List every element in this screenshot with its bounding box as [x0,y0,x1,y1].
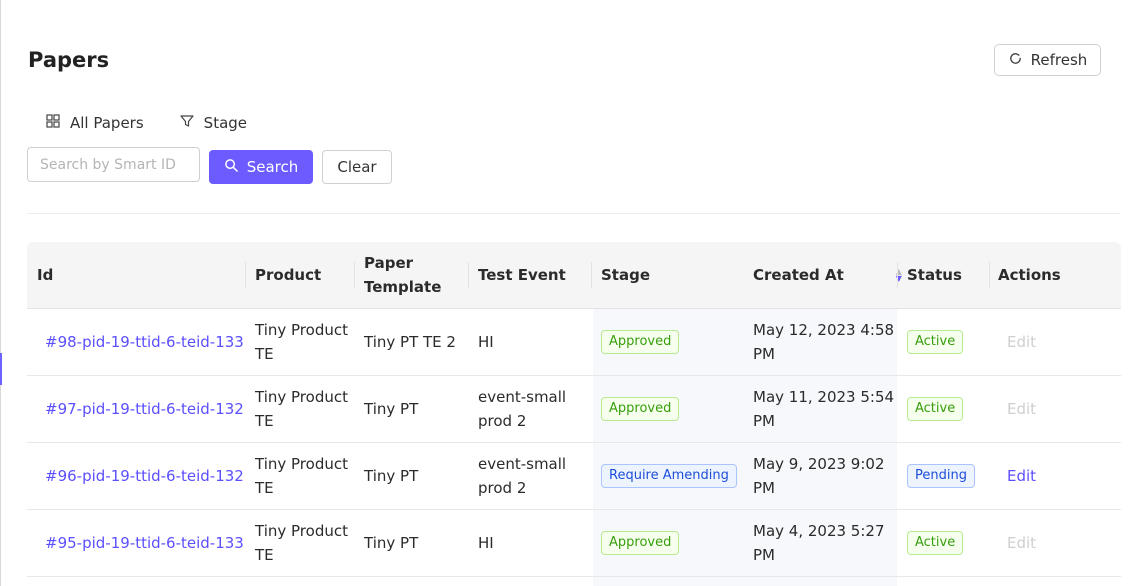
col-header-created-at-label: Created At [753,266,844,284]
created-at-line1: May 11, 2023 5:54 [753,388,895,406]
page-title: Papers [28,48,110,72]
status-badge: Active [907,397,964,421]
product-line1: Tiny Product [255,522,348,540]
col-header-created-at[interactable]: Created At ▲ ▼ [753,242,902,308]
col-header-test-event[interactable]: Test Event [478,242,566,308]
paper-id-link[interactable]: #97-pid-19-ttid-6-teid-132 [45,397,244,421]
stage-badge: Approved [601,397,680,421]
paper-id-link[interactable]: #96-pid-19-ttid-6-teid-132 [45,464,244,488]
left-frame-border [0,0,1,586]
col-header-product[interactable]: Product [255,242,321,308]
stage-badge: Approved [601,330,680,354]
search-icon [224,158,239,177]
created-at-cell: May 12, 2023 4:58 PM [753,309,894,375]
paper-template-cell: Tiny PT [364,400,419,418]
col-separator [591,262,592,288]
col-header-stage[interactable]: Stage [601,242,650,308]
test-event-cell: event-small prod 2 [478,376,566,442]
search-input[interactable] [27,147,200,182]
col-separator [354,262,355,288]
test-event-cell: HI [478,510,494,576]
product-line1: Tiny Product [255,388,348,406]
edit-button[interactable]: Edit [1007,330,1036,354]
created-at-line1: May 9, 2023 9:02 [753,455,885,473]
table-row: #98-pid-19-ttid-6-teid-133 Tiny Product … [27,309,1121,376]
product-cell: Tiny Product TE [255,309,348,375]
test-event-line1: event-small [478,388,567,406]
col-separator [245,262,246,288]
refresh-label: Refresh [1030,51,1088,69]
col-header-paper-template[interactable]: Paper Template [364,242,441,308]
tab-stage[interactable]: Stage [162,108,265,138]
edit-button[interactable]: Edit [1007,531,1036,555]
search-button-label: Search [246,158,299,176]
tab-bar: All Papers Stage [28,108,265,138]
clear-button[interactable]: Clear [322,150,392,184]
product-line2: TE [255,546,274,564]
test-event-cell: HI [478,309,494,375]
product-cell: Tiny Product TE [255,443,348,509]
col-separator [897,262,898,288]
table-row: #97-pid-19-ttid-6-teid-132 Tiny Product … [27,376,1121,443]
test-event-line1: event-small [478,455,567,473]
left-active-indicator [0,353,2,385]
created-at-cell: May 4, 2023 5:27 PM [753,510,884,576]
paper-template-cell: Tiny PT TE 2 [364,333,456,351]
refresh-icon [1008,51,1023,69]
product-cell: Tiny Product TE [255,376,348,442]
paper-id-link[interactable]: #98-pid-19-ttid-6-teid-133 [45,330,244,354]
filter-icon [180,114,194,132]
col-header-status[interactable]: Status [907,242,962,308]
product-line2: TE [255,412,274,430]
col-header-id[interactable]: Id [37,242,53,308]
created-at-line2: PM [753,412,775,430]
product-line1: Tiny Product [255,321,348,339]
test-event-cell: event-small prod 2 [478,443,566,509]
tab-stage-label: Stage [203,114,248,132]
col-header-actions: Actions [998,266,1061,284]
product-line1: Tiny Product [255,455,348,473]
product-cell: Tiny Product TE [255,510,348,576]
created-at-line1: May 12, 2023 4:58 [753,321,895,339]
created-at-cell: May 9, 2023 9:02 PM [753,443,884,509]
edit-button[interactable]: Edit [1007,397,1036,421]
test-event-line1: HI [478,333,494,351]
table-header: Id Product Paper Template Test Event Sta… [27,242,1121,309]
created-at-line2: PM [753,345,775,363]
paper-id-link[interactable]: #95-pid-19-ttid-6-teid-133 [45,531,244,555]
section-divider [27,213,1120,214]
col-separator [989,262,990,288]
created-at-cell: May 11, 2023 5:54 PM [753,376,894,442]
grid-icon [46,114,60,132]
refresh-button[interactable]: Refresh [994,44,1101,76]
product-line2: TE [255,479,274,497]
created-at-line1: May 4, 2023 5:27 [753,522,885,540]
col-separator [468,262,469,288]
product-line2: TE [255,345,274,363]
paper-template-cell: Tiny PT [364,534,419,552]
col-header-paper-template-line1: Paper [364,254,414,272]
papers-table: Id Product Paper Template Test Event Sta… [27,242,1121,586]
test-event-line1: HI [478,534,494,552]
paper-template-cell: Tiny PT [364,467,419,485]
test-event-line2: prod 2 [478,479,527,497]
status-badge: Active [907,330,964,354]
status-badge: Active [907,531,964,555]
created-at-line2: PM [753,479,775,497]
search-button[interactable]: Search [209,150,313,184]
edit-button[interactable]: Edit [1007,464,1036,488]
created-at-line2: PM [753,546,775,564]
col-header-paper-template-line2: Template [364,278,442,296]
stage-badge: Require Amending [601,464,737,488]
table-row: #96-pid-19-ttid-6-teid-132 Tiny Product … [27,443,1121,510]
status-badge: Pending [907,464,975,488]
tab-all-papers-label: All Papers [70,114,144,132]
stage-badge: Approved [601,531,680,555]
table-row: #95-pid-19-ttid-6-teid-133 Tiny Product … [27,510,1121,577]
tab-all-papers[interactable]: All Papers [28,108,162,138]
test-event-line2: prod 2 [478,412,527,430]
